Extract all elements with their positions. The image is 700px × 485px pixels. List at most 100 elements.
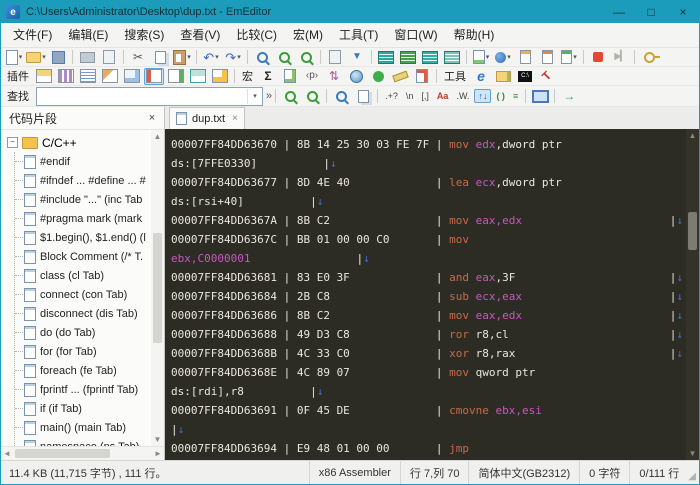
tree-item[interactable]: connect (con Tab) [15, 285, 151, 304]
macro-sum-button[interactable] [258, 68, 278, 85]
sidebar-vertical-scrollbar[interactable]: ▲ ▼ [151, 130, 164, 446]
macro-properties-button[interactable] [412, 68, 432, 85]
minimize-button[interactable]: — [603, 1, 635, 23]
toggle-regex[interactable]: .+? [382, 90, 401, 102]
menu-item[interactable]: 帮助(H) [446, 24, 503, 46]
dropdown-arrow-icon[interactable]: ▾ [19, 53, 23, 61]
find-next-button[interactable] [280, 88, 300, 105]
replace-in-files-button[interactable] [325, 49, 345, 66]
plugin-explorer-button[interactable] [34, 68, 54, 85]
license-key-button[interactable] [639, 49, 660, 66]
tab-close-icon[interactable]: × [232, 113, 238, 124]
sidebar-close-icon[interactable]: × [144, 112, 160, 124]
toggle-up-down[interactable]: ↑↓ [474, 89, 492, 103]
toggle-whole-word[interactable]: .W. [453, 90, 472, 102]
paste-button[interactable]: ▾ [172, 49, 192, 66]
toggle-match-case[interactable]: Aa [434, 90, 452, 102]
tool-edit-folder-button[interactable] [493, 68, 513, 85]
find-next-button[interactable] [274, 49, 294, 66]
tree-item[interactable]: $1.begin(), $1.end() (l [15, 228, 151, 247]
menu-item[interactable]: 搜索(S) [116, 24, 172, 46]
tree-root-folder[interactable]: − C/C++ [7, 133, 151, 152]
plugin-outline-button[interactable] [78, 68, 98, 85]
compare-files-button[interactable] [376, 49, 396, 66]
tree-item[interactable]: if (if Tab) [15, 399, 151, 418]
compare-rescan-button[interactable] [398, 49, 418, 66]
tree-item[interactable]: do (do Tab) [15, 323, 151, 342]
find-go-button[interactable] [559, 88, 579, 105]
tree-item[interactable]: fprintf ... (fprintf Tab) [15, 380, 151, 399]
tree-item[interactable]: #include "..." (inc Tab [15, 190, 151, 209]
tree-item[interactable]: disconnect (dis Tab) [15, 304, 151, 323]
status-cursor-position[interactable]: 行 7,列 70 [399, 461, 469, 484]
tree-item[interactable]: #ifndef ... #define ... # [15, 171, 151, 190]
scroll-up-icon[interactable]: ▲ [689, 131, 697, 140]
dropdown-arrow-icon[interactable]: ▾ [573, 53, 577, 61]
find-button[interactable] [252, 49, 272, 66]
menu-item[interactable]: 比较(C) [228, 24, 285, 46]
plugin-search-button[interactable] [166, 68, 186, 85]
bookmark-next-button[interactable] [537, 49, 557, 66]
scroll-down-icon[interactable]: ▼ [689, 449, 697, 458]
scroll-down-icon[interactable]: ▼ [154, 435, 162, 444]
redo-button[interactable]: ▾ [223, 49, 243, 66]
dropdown-arrow-icon[interactable]: ▾ [187, 53, 191, 61]
sidebar-horizontal-scrollbar[interactable]: ◄ ► [1, 446, 164, 460]
status-selection-chars[interactable]: 0 字符 [579, 461, 629, 484]
toggle-separator[interactable]: [,] [418, 90, 432, 102]
tree-item[interactable]: for (for Tab) [15, 342, 151, 361]
tree-item[interactable]: #pragma mark (mark [15, 209, 151, 228]
menu-item[interactable]: 查看(V) [172, 24, 228, 46]
print-button[interactable] [77, 49, 97, 66]
macro-globe-button[interactable] [346, 68, 366, 85]
open-file-button[interactable]: ▾ [26, 49, 46, 66]
status-encoding[interactable]: 简体中文(GB2312) [468, 461, 579, 484]
macro-paragraph-tag-button[interactable] [302, 68, 322, 85]
toggle-escape[interactable]: \n [403, 90, 417, 102]
macro-ruler-button[interactable] [390, 68, 410, 85]
bookmark-set-button[interactable] [515, 49, 535, 66]
dropdown-arrow-icon[interactable]: ▾ [42, 53, 46, 61]
tree-item[interactable]: main() (main Tab) [15, 418, 151, 437]
plugin-web-preview-button[interactable] [188, 68, 208, 85]
macro-edit-button[interactable] [280, 68, 300, 85]
dropdown-arrow-icon[interactable]: ▾ [507, 53, 511, 61]
scroll-up-icon[interactable]: ▲ [154, 132, 162, 141]
tool-command-prompt-button[interactable]: C:\ [515, 68, 535, 85]
tree-item[interactable]: #endif [15, 152, 151, 171]
workspace-button[interactable]: ▾ [471, 49, 491, 66]
save-file-button[interactable] [48, 49, 68, 66]
plugin-snippets-button[interactable] [144, 67, 164, 85]
cut-button[interactable] [128, 49, 148, 66]
sync-scroll-horizontal-button[interactable] [442, 49, 462, 66]
bookmark-list-button[interactable]: ▾ [559, 49, 579, 66]
menu-item[interactable]: 编辑(E) [60, 24, 116, 46]
new-file-button[interactable]: ▾ [4, 49, 24, 66]
find-previous-button[interactable] [302, 88, 322, 105]
filter-button[interactable] [347, 49, 367, 66]
find-more-chevron[interactable]: » [266, 90, 272, 102]
macro-arrows-button[interactable] [324, 68, 344, 85]
find-input[interactable] [37, 89, 247, 103]
scroll-left-icon[interactable]: ◄ [1, 449, 13, 458]
text-editor[interactable]: 00007FF84DD63670 | 8B 14 25 30 03 FE 7F … [165, 129, 686, 460]
status-syntax[interactable]: x86 Assembler [308, 461, 400, 484]
scroll-right-icon[interactable]: ► [152, 449, 164, 458]
collapse-icon[interactable]: − [7, 137, 18, 148]
editor-vertical-scrollbar[interactable]: ▲ ▼ [686, 129, 699, 460]
maximize-button[interactable]: □ [635, 1, 667, 23]
plugin-projects-button[interactable] [100, 68, 120, 85]
record-macro-button[interactable] [588, 49, 608, 66]
external-tools-button[interactable]: ▾ [493, 49, 513, 66]
menu-item[interactable]: 宏(M) [285, 24, 331, 46]
dropdown-arrow-icon[interactable]: ▾ [486, 53, 490, 61]
toggle-filter-lines[interactable]: ≡ [510, 90, 521, 102]
dropdown-arrow-icon[interactable]: ▾ [237, 53, 241, 61]
undo-button[interactable]: ▾ [201, 49, 221, 66]
tree-item[interactable]: namespace (ns Tab) [15, 437, 151, 446]
find-all-button[interactable] [331, 88, 351, 105]
macro-download-button[interactable] [368, 68, 388, 85]
resize-grip[interactable]: ◢ [688, 471, 699, 484]
menu-item[interactable]: 文件(F) [5, 24, 60, 46]
menu-item[interactable]: 窗口(W) [386, 24, 445, 46]
